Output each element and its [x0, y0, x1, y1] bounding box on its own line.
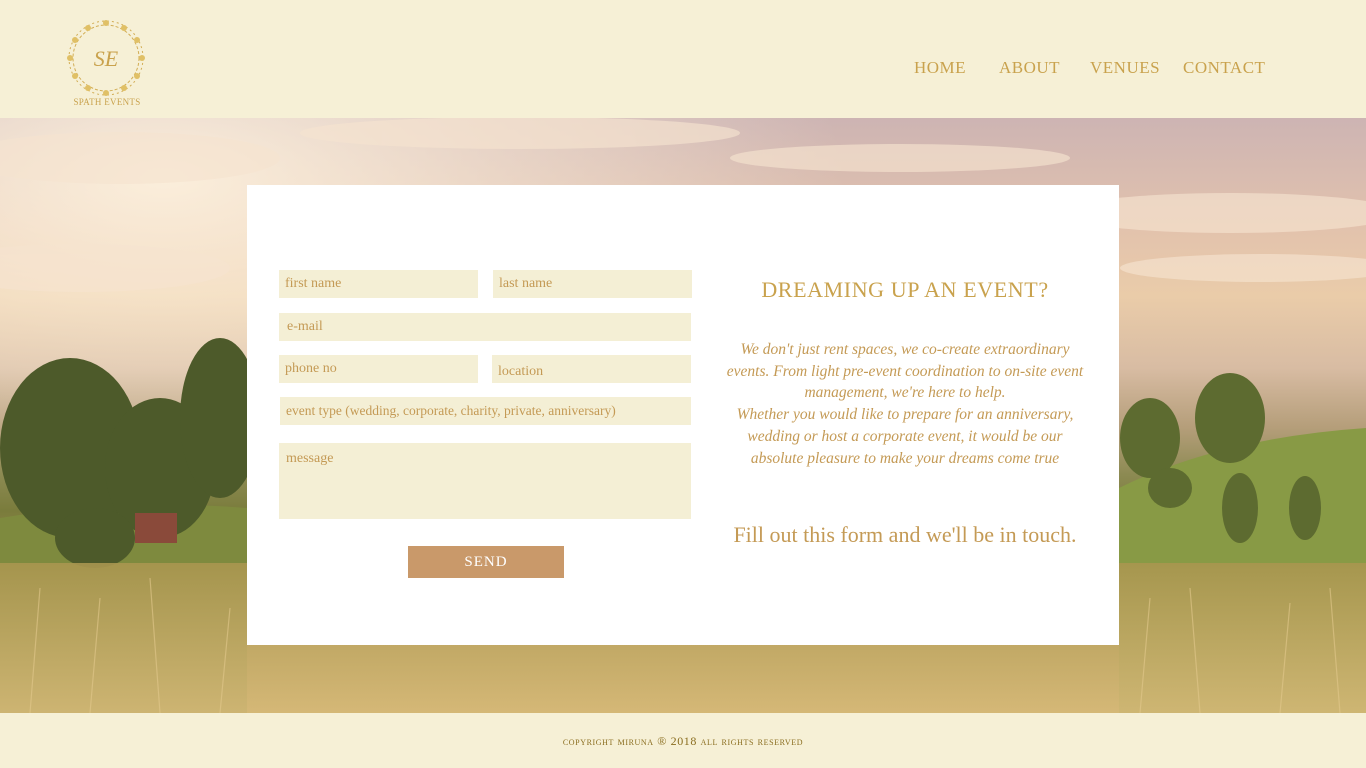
brand-name: SPATH EVENTS [73, 97, 141, 107]
contact-card: SEND DREAMING UP AN EVENT? We don't just… [247, 185, 1119, 645]
nav-venues-link[interactable]: VENUES [1090, 58, 1160, 78]
last-name-field[interactable] [493, 270, 692, 298]
phone-field[interactable] [279, 355, 478, 383]
intro-paragraph-2: Whether you would like to prepare for an… [736, 406, 1074, 467]
intro-cta: Fill out this form and we'll be in touch… [733, 522, 1077, 547]
message-field[interactable] [279, 443, 691, 519]
first-name-field[interactable] [279, 270, 478, 298]
intro-title: DREAMING UP AN EVENT? [761, 277, 1049, 302]
nav-about-link[interactable]: ABOUT [999, 58, 1060, 78]
email-field[interactable] [279, 313, 691, 341]
intro-paragraph-1: We don't just rent spaces, we co-create … [726, 341, 1084, 402]
nav-contact-link[interactable]: CONTACT [1183, 58, 1265, 78]
location-field[interactable] [492, 355, 691, 383]
intro-text: We don't just rent spaces, we co-create … [725, 339, 1085, 469]
main-nav: HOME ABOUT VENUES CONTACT [0, 58, 1366, 80]
copyright-text: copyright miruna ® 2018 all rights reser… [562, 734, 804, 748]
site-header: SE SPATH EVENTS HOME ABOUT VENUES CONTAC… [0, 0, 1366, 118]
nav-home-link[interactable]: HOME [914, 58, 966, 78]
site-footer: copyright miruna ® 2018 all rights reser… [0, 713, 1366, 768]
send-button[interactable]: SEND [408, 546, 564, 578]
event-type-field[interactable] [280, 397, 691, 425]
